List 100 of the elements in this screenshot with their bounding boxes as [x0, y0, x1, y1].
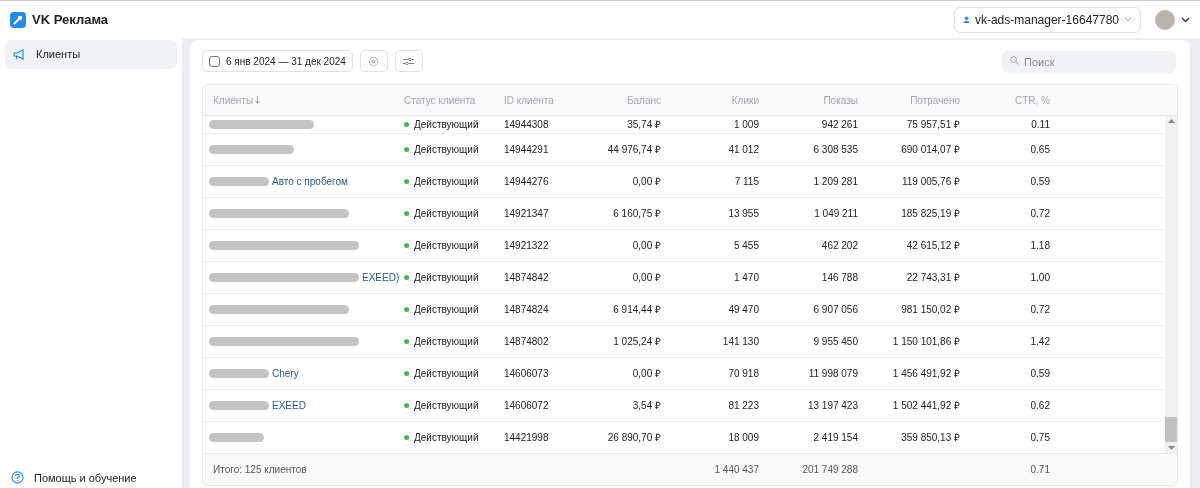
- redacted-bar: [209, 433, 264, 442]
- table-cell-text: 42 615,12 ₽: [906, 239, 960, 253]
- table-cell-text: 14944308: [504, 118, 549, 132]
- account-selector[interactable]: vk-ads-manager-16647780: [953, 6, 1141, 33]
- status-text: Действующий: [414, 399, 479, 413]
- brand-name: VK Реклама: [32, 10, 109, 29]
- table-cell-text: 81 223: [728, 399, 759, 413]
- table-cell-text: 7 115: [734, 175, 759, 189]
- table-cell-text: 0.72: [1030, 207, 1050, 221]
- table-cell-text: 2 419 154: [813, 431, 858, 445]
- table-cell-text: 0,00 ₽: [632, 239, 661, 253]
- scrollbar[interactable]: [1165, 116, 1177, 453]
- total-cell-text: 1 440 437: [714, 463, 759, 477]
- table-cell-text: 75 957,51 ₽: [906, 118, 960, 132]
- table-cell-text: 0.59: [1030, 175, 1050, 189]
- client-link[interactable]: EXEED: [272, 398, 306, 413]
- table-cell-text: 0,00 ₽: [632, 367, 661, 381]
- table-cell-text: 14921347: [504, 207, 549, 221]
- table-cell-text: 11 998 079: [808, 367, 858, 381]
- total-label: Итого: 125 клиентов: [213, 463, 307, 477]
- table-cell-text: 14874842: [504, 271, 549, 285]
- search-icon: [1010, 55, 1019, 65]
- table-cell-text: 6 308 535: [813, 143, 858, 157]
- redacted-bar: [209, 401, 269, 410]
- table-cell-text: 0.75: [1030, 431, 1050, 445]
- table-cell-text: 1 150 101,86 ₽: [892, 335, 960, 349]
- status-text: Действующий: [414, 118, 479, 132]
- table-cell-text: 14944276: [504, 175, 549, 189]
- table-cell-text: 13 197 423: [807, 399, 858, 413]
- table-cell-text: 22 743,31 ₽: [906, 271, 960, 285]
- table-cell-text: 1.18: [1030, 239, 1050, 253]
- scroll-up-icon[interactable]: [1167, 119, 1175, 123]
- table-cell-text: 942 261: [821, 118, 858, 132]
- table-cell-text: 14421998: [504, 431, 549, 445]
- table-cell-text: 14874824: [504, 303, 549, 317]
- table-cell-text: 35,74 ₽: [627, 118, 661, 132]
- chevron-down-icon: [1124, 17, 1132, 22]
- date-range-picker[interactable]: 6 янв 2024 — 31 дек 2024: [202, 50, 353, 72]
- logo-icon: [10, 11, 26, 28]
- question-icon: [11, 471, 24, 485]
- table-cell-text: 1 470: [733, 271, 759, 285]
- status-text: Действующий: [414, 175, 479, 189]
- status-text: Действующий: [414, 271, 479, 285]
- total-cell-text: 0.71: [1030, 463, 1050, 477]
- table-cell-text: 13 955: [728, 207, 759, 221]
- sliders-icon: [403, 56, 415, 66]
- table-cell-text: 1.00: [1030, 271, 1050, 285]
- client-link[interactable]: Chery: [272, 366, 299, 381]
- table-cell-text: 119 005,76 ₽: [901, 175, 960, 189]
- table-cell-text: 1 025,24 ₽: [613, 335, 661, 349]
- client-link[interactable]: EXEED): [362, 270, 400, 285]
- table-cell-text: 5 455: [733, 239, 759, 253]
- table-cell-text: 146 788: [821, 271, 858, 285]
- redacted-bar: [209, 369, 269, 378]
- scroll-thumb[interactable]: [1165, 417, 1177, 442]
- status-text: Действующий: [414, 303, 479, 317]
- status-text: Действующий: [414, 239, 479, 253]
- redacted-bar: [209, 177, 269, 186]
- table-cell-text: 359 850,13 ₽: [901, 431, 960, 445]
- table-cell-text: 1 209 281: [813, 175, 858, 189]
- status-text: Действующий: [414, 143, 479, 157]
- table-cell-text: 1 502 441,92 ₽: [892, 399, 960, 413]
- filter-button[interactable]: [394, 50, 423, 72]
- table-cell-text: 9 955 450: [813, 335, 858, 349]
- table-cell-text: 14874802: [504, 335, 549, 349]
- table-cell-text: 14606072: [504, 399, 549, 413]
- megaphone-icon: [13, 49, 26, 60]
- table-cell-text: 1 049 211: [814, 207, 858, 221]
- table-cell-text: 49 470: [728, 303, 759, 317]
- calendar-icon: [209, 55, 220, 67]
- table-cell-text: 26 890,70 ₽: [607, 431, 661, 445]
- scroll-down-icon[interactable]: [1167, 446, 1175, 450]
- settings-button[interactable]: [359, 50, 388, 72]
- avatar[interactable]: [1155, 9, 1175, 30]
- table-cell-text: 0,00 ₽: [632, 175, 661, 189]
- total-cell-text: 201 749 288: [802, 463, 858, 477]
- table-cell-text: 462 202: [821, 239, 858, 253]
- settings-icon: [368, 55, 380, 67]
- table-cell-text: 1 009: [733, 118, 759, 132]
- sort-arrow-icon[interactable]: [255, 96, 261, 104]
- sidebar-item[interactable]: Клиенты: [5, 40, 177, 69]
- table-cell-text: 1 456 491,92 ₽: [892, 367, 960, 381]
- table-cell-text: 981 150,02 ₽: [901, 303, 960, 317]
- table-cell-text: 185 825,19 ₽: [901, 207, 960, 221]
- help-link[interactable]: Помощь и обучение: [5, 469, 177, 486]
- chevron-down-icon[interactable]: [1181, 16, 1190, 23]
- table-cell-text: 6 160,75 ₽: [613, 207, 661, 221]
- search-field[interactable]: Поиск: [1002, 51, 1176, 73]
- table-cell-text: 6 914,44 ₽: [613, 303, 661, 317]
- table-cell-text: 41 012: [728, 143, 759, 157]
- status-text: Действующий: [414, 431, 479, 445]
- table-cell-text: 0.59: [1030, 367, 1050, 381]
- table-cell-text: 0.11: [1031, 118, 1050, 132]
- client-link[interactable]: Авто с пробегом: [272, 174, 348, 189]
- table-cell-text: 1.42: [1030, 335, 1050, 349]
- table-cell-text: 0.62: [1030, 399, 1050, 413]
- table-cell-text: 44 976,74 ₽: [607, 143, 661, 157]
- table-cell-text: 690 014,07 ₽: [901, 143, 960, 157]
- table-cell-text: 18 009: [728, 431, 759, 445]
- table-cell-text: 70 918: [728, 367, 759, 381]
